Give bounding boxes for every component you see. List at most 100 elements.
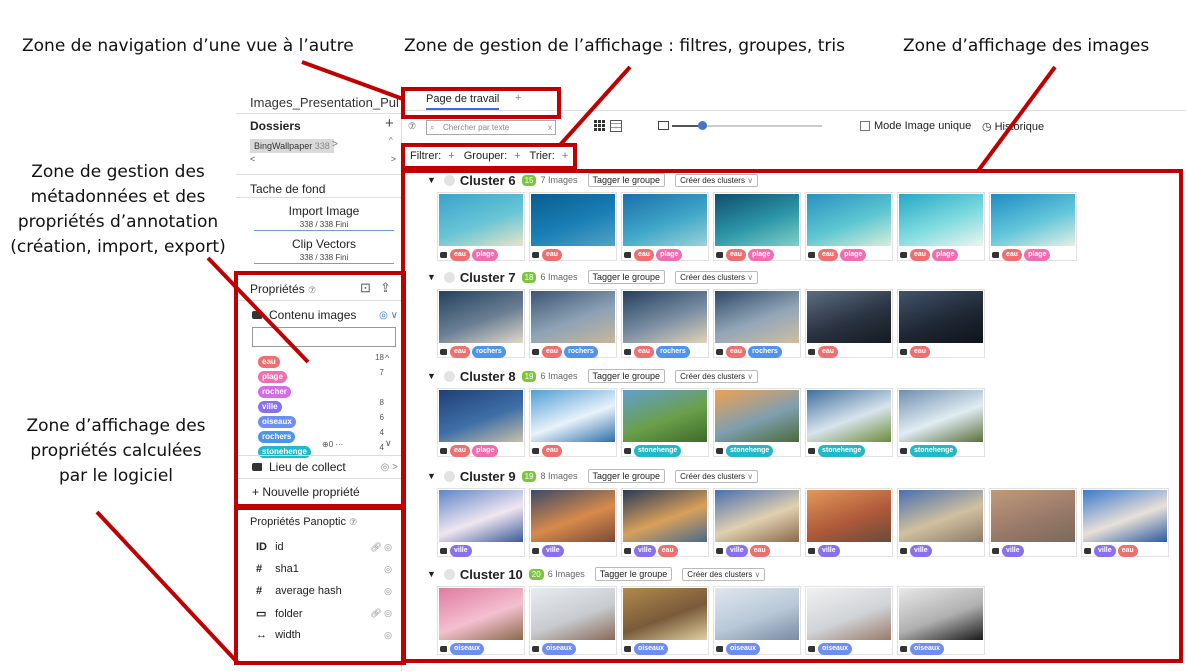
image-tag-pill[interactable]: eau [542, 445, 563, 457]
image-tag-pill[interactable]: stonehenge [634, 445, 682, 457]
help-icon[interactable]: ⑦ [349, 517, 357, 527]
eye-icon[interactable]: ◎ > [381, 462, 398, 473]
image-tag-pill[interactable]: ville [910, 545, 932, 557]
image-thumbnail[interactable]: stonehenge [897, 388, 985, 457]
image-preview[interactable] [531, 588, 615, 640]
tag-count-row[interactable]: ville 8 [258, 398, 398, 413]
image-preview[interactable] [623, 194, 707, 246]
scroll-up-icon[interactable]: ^ [385, 353, 389, 363]
search-input[interactable]: ⌕ Chercher par texte x [426, 120, 556, 135]
scroll-up-icon[interactable]: ^ [389, 136, 393, 145]
eye-icon[interactable]: ◎ [384, 630, 392, 640]
image-preview[interactable] [807, 588, 891, 640]
image-preview[interactable] [623, 291, 707, 343]
filter-label[interactable]: Filtrer: [410, 150, 441, 162]
sort-label[interactable]: Trier: [530, 150, 555, 162]
image-preview[interactable] [715, 588, 799, 640]
image-preview[interactable] [439, 390, 523, 442]
panoptic-property-row[interactable]: # sha1 ◎ [256, 563, 392, 575]
image-tag-pill[interactable]: ville [542, 545, 564, 557]
link-icon[interactable]: 🔗︎ [370, 542, 384, 552]
scroll-right-icon[interactable]: > [391, 154, 396, 164]
image-tag-pill[interactable]: oiseaux [450, 643, 485, 655]
image-preview[interactable] [623, 390, 707, 442]
image-tag-pill[interactable]: ville [1094, 545, 1116, 557]
image-preview[interactable] [715, 390, 799, 442]
image-preview[interactable] [899, 588, 983, 640]
tag-pill[interactable]: rocher [258, 386, 291, 398]
image-tag-pill[interactable]: oiseaux [726, 643, 761, 655]
image-preview[interactable] [1083, 490, 1167, 542]
image-tag-pill[interactable]: stonehenge [818, 445, 866, 457]
image-thumbnail[interactable]: eau plage [897, 192, 985, 261]
tag-count-row[interactable]: rocher [258, 383, 398, 398]
image-thumbnail[interactable]: eau [529, 388, 617, 457]
add-group-button[interactable]: + [514, 150, 520, 162]
eye-icon[interactable]: ◎ [384, 564, 392, 574]
image-preview[interactable] [531, 291, 615, 343]
tag-pill[interactable]: oiseaux [258, 416, 296, 428]
tag-group-button[interactable]: Tagger le groupe [587, 270, 666, 284]
tag-pill[interactable]: rochers [258, 431, 296, 443]
select-cluster-checkbox[interactable] [443, 568, 455, 580]
image-preview[interactable] [531, 194, 615, 246]
image-thumbnail[interactable]: stonehenge [805, 388, 893, 457]
historique-button[interactable]: ◷ Historique [982, 120, 1044, 134]
image-tag-pill[interactable]: oiseaux [818, 643, 853, 655]
add-tab-button[interactable]: + [515, 92, 521, 104]
scroll-down-icon[interactable]: ∨ [385, 438, 392, 449]
tag-group-button[interactable]: Tagger le groupe [594, 567, 673, 581]
image-thumbnail[interactable]: ville [989, 488, 1077, 557]
property-contenu-images[interactable]: Contenu images ◎ ∨ [252, 308, 398, 322]
image-thumbnail[interactable]: oiseaux [805, 586, 893, 655]
property-lieu[interactable]: Lieu de collect ◎ > [252, 460, 398, 474]
image-preview[interactable] [623, 588, 707, 640]
eye-icon[interactable]: ◎ [384, 586, 392, 596]
folder-item[interactable]: BingWallpaper 338 [250, 139, 334, 153]
image-tag-pill[interactable]: oiseaux [542, 643, 577, 655]
image-thumbnail[interactable]: stonehenge [621, 388, 709, 457]
table-view-icon[interactable] [610, 120, 622, 132]
tag-pill[interactable]: plage [258, 371, 287, 383]
image-tag-pill[interactable]: eau [542, 249, 563, 261]
image-thumbnail[interactable]: ville eau [1081, 488, 1169, 557]
tag-pill[interactable]: ville [258, 401, 282, 413]
image-tag-pill[interactable]: oiseaux [910, 643, 945, 655]
image-tag-pill[interactable]: plage [1024, 249, 1051, 261]
image-tag-pill[interactable]: eau [450, 346, 471, 358]
select-cluster-checkbox[interactable] [443, 370, 455, 382]
image-tag-pill[interactable]: eau [910, 249, 931, 261]
image-thumbnail[interactable]: eau plage [713, 192, 801, 261]
panoptic-property-row[interactable]: ID id 🔗︎ ◎ [256, 541, 392, 553]
image-thumbnail[interactable]: eau [897, 289, 985, 358]
image-thumbnail[interactable]: eau plage [437, 192, 525, 261]
image-thumbnail[interactable]: eau rochers [437, 289, 525, 358]
add-folder-button[interactable]: + [385, 115, 394, 132]
export-icon[interactable]: ⇪ [380, 280, 391, 296]
property-search-input[interactable] [252, 327, 396, 347]
image-tag-pill[interactable]: eau [634, 249, 655, 261]
image-preview[interactable] [439, 291, 523, 343]
image-preview[interactable] [439, 588, 523, 640]
image-thumbnail[interactable]: eau [805, 289, 893, 358]
image-preview[interactable] [439, 490, 523, 542]
image-tag-pill[interactable]: eau [542, 346, 563, 358]
image-preview[interactable] [439, 194, 523, 246]
tag-group-button[interactable]: Tagger le groupe [587, 173, 666, 187]
image-tag-pill[interactable]: oiseaux [634, 643, 669, 655]
image-preview[interactable] [531, 390, 615, 442]
select-cluster-checkbox[interactable] [443, 271, 455, 283]
group-label[interactable]: Grouper: [464, 150, 507, 162]
image-tag-pill[interactable]: plage [656, 249, 683, 261]
help-icon[interactable]: ⑦ [308, 285, 316, 295]
panoptic-property-row[interactable]: ↔ width ◎ [256, 629, 392, 641]
image-tag-pill[interactable]: ville [726, 545, 748, 557]
add-sort-button[interactable]: + [562, 150, 568, 162]
eye-icon[interactable]: ◎ [384, 542, 392, 552]
image-preview[interactable] [991, 490, 1075, 542]
panoptic-property-row[interactable]: ▭ folder 🔗︎ ◎ [256, 607, 392, 620]
image-tag-pill[interactable]: eau [450, 445, 471, 457]
image-tag-pill[interactable]: eau [1117, 545, 1138, 557]
image-tag-pill[interactable]: eau [818, 249, 839, 261]
image-preview[interactable] [807, 490, 891, 542]
